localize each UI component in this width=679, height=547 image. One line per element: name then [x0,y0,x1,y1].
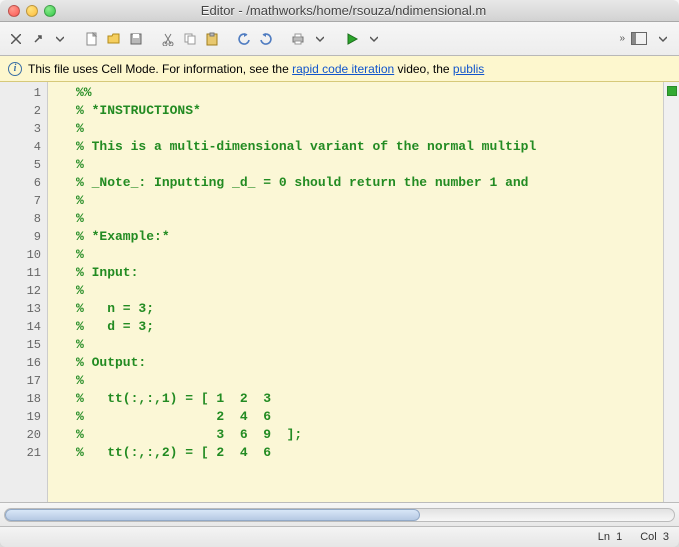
code-line[interactable]: % *Example:* [76,228,663,246]
titlebar: Editor - /mathworks/home/rsouza/ndimensi… [0,0,679,22]
line-number: 20 [2,426,41,444]
code-line[interactable]: % [76,156,663,174]
code-health-strip[interactable] [663,82,679,502]
horizontal-scrollbar[interactable] [0,502,679,526]
line-number: 6 [2,174,41,192]
line-number: 7 [2,192,41,210]
status-col: Col 3 [640,531,669,543]
layout-dropdown-icon[interactable] [653,30,673,48]
hscroll-thumb[interactable] [5,509,420,521]
line-number-gutter: 123456789101112131415161718192021 [0,82,48,502]
zoom-window-button[interactable] [44,5,56,17]
line-number: 8 [2,210,41,228]
code-line[interactable]: % *INSTRUCTIONS* [76,102,663,120]
code-line[interactable]: % [76,120,663,138]
line-number: 21 [2,444,41,462]
info-text: This file uses Cell Mode. For informatio… [28,62,484,76]
line-number: 19 [2,408,41,426]
line-number: 9 [2,228,41,246]
dock-out-icon[interactable] [28,30,48,48]
undo-button[interactable] [234,30,254,48]
save-button[interactable] [126,30,146,48]
line-number: 4 [2,138,41,156]
line-number: 13 [2,300,41,318]
breakpoint-margin[interactable] [48,82,76,502]
layout-button[interactable] [631,32,647,45]
line-number: 1 [2,84,41,102]
code-line[interactable]: % _Note_: Inputting _d_ = 0 should retur… [76,174,663,192]
code-line[interactable]: % [76,246,663,264]
line-number: 2 [2,102,41,120]
line-number: 14 [2,318,41,336]
link-publishing[interactable]: publis [453,62,484,76]
code-line[interactable]: % [76,192,663,210]
toolbar-overflow-icon[interactable]: » [619,33,625,44]
open-file-button[interactable] [104,30,124,48]
close-window-button[interactable] [8,5,20,17]
info-icon: i [8,62,22,76]
print-dropdown-icon[interactable] [310,30,330,48]
window-title: Editor - /mathworks/home/rsouza/ndimensi… [56,3,679,18]
line-number: 16 [2,354,41,372]
copy-button[interactable] [180,30,200,48]
line-number: 15 [2,336,41,354]
line-number: 11 [2,264,41,282]
run-dropdown-icon[interactable] [364,30,384,48]
line-number: 12 [2,282,41,300]
window-controls [0,5,56,17]
new-file-button[interactable] [82,30,102,48]
line-number: 3 [2,120,41,138]
info-bar: i This file uses Cell Mode. For informat… [0,56,679,82]
line-number: 5 [2,156,41,174]
code-line[interactable]: % d = 3; [76,318,663,336]
code-editor[interactable]: %%% *INSTRUCTIONS*%% This is a multi-dim… [76,82,663,502]
link-rapid-code-iteration[interactable]: rapid code iteration [292,62,394,76]
paste-button[interactable] [202,30,222,48]
redo-button[interactable] [256,30,276,48]
code-line[interactable]: % 2 4 6 [76,408,663,426]
cut-button[interactable] [158,30,178,48]
code-line[interactable]: % [76,282,663,300]
code-line[interactable]: % Input: [76,264,663,282]
print-button[interactable] [288,30,308,48]
line-number: 10 [2,246,41,264]
line-number: 18 [2,390,41,408]
code-line[interactable]: % Output: [76,354,663,372]
code-line[interactable]: % This is a multi-dimensional variant of… [76,138,663,156]
code-line[interactable]: % tt(:,:,1) = [ 1 2 3 [76,390,663,408]
code-health-indicator [667,86,677,96]
hscroll-track[interactable] [4,508,675,522]
dock-close-icon[interactable] [6,30,26,48]
dock-dropdown-icon[interactable] [50,30,70,48]
code-line[interactable]: % [76,336,663,354]
code-line[interactable]: % 3 6 9 ]; [76,426,663,444]
status-line: Ln 1 [598,531,623,543]
minimize-window-button[interactable] [26,5,38,17]
toolbar: » [0,22,679,56]
code-line[interactable]: % n = 3; [76,300,663,318]
run-button[interactable] [342,30,362,48]
code-line[interactable]: %% [76,84,663,102]
editor-area: 123456789101112131415161718192021 %%% *I… [0,82,679,502]
code-line[interactable]: % tt(:,:,2) = [ 2 4 6 [76,444,663,462]
line-number: 17 [2,372,41,390]
code-line[interactable]: % [76,210,663,228]
code-line[interactable]: % [76,372,663,390]
